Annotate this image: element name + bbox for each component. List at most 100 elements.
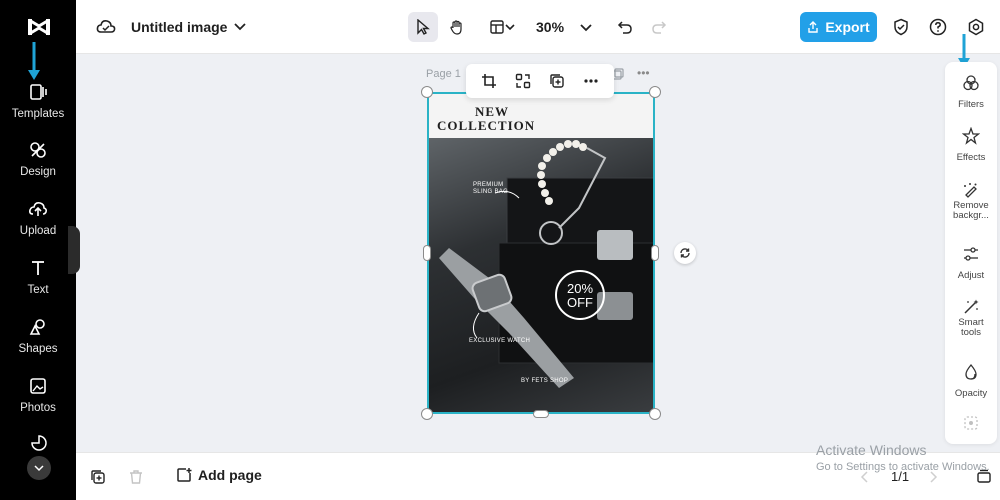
- windows-activation-title: Activate Windows: [816, 442, 927, 458]
- document-title[interactable]: Untitled image: [131, 19, 227, 35]
- hand-tool-button[interactable]: [442, 12, 472, 42]
- panel-item-filters[interactable]: Filters: [945, 74, 997, 112]
- more-dots-icon: [584, 79, 598, 83]
- templates-icon: [30, 84, 47, 100]
- text-icon: [32, 261, 44, 275]
- zoom-level[interactable]: 30%: [536, 19, 564, 35]
- top-toolbar: Untitled image 30% Export: [76, 0, 1000, 54]
- shield-check-icon: [894, 18, 908, 36]
- design-icon: [30, 142, 46, 158]
- watch-label: EXCLUSIVE WATCH: [469, 338, 531, 344]
- photos-icon: [30, 378, 46, 394]
- cursor-arrow-icon: [417, 19, 430, 35]
- opacity-icon: [965, 363, 977, 380]
- redo-icon: [652, 21, 667, 34]
- resize-handle-bottom[interactable]: [533, 410, 549, 418]
- bottom-toolbar: Add page 1/1: [76, 452, 1000, 500]
- panel-item-effects[interactable]: Effects: [945, 127, 997, 165]
- sidebar-item-templates[interactable]: Templates: [0, 82, 76, 134]
- upload-icon: [29, 202, 48, 216]
- panel-item-opacity[interactable]: Opacity: [945, 363, 997, 401]
- add-layer-icon[interactable]: [90, 469, 106, 485]
- panel-item-more[interactable]: [945, 414, 997, 434]
- panel-item-remove-background[interactable]: Remove backgr...: [945, 181, 997, 221]
- product-photo: 20% OFF PREMIUM SLING BAG EXCLUSIVE WATC…: [429, 138, 653, 412]
- badge-percent: 20%: [566, 281, 594, 296]
- resize-handle-top-left[interactable]: [421, 86, 433, 98]
- help-button[interactable]: [923, 12, 953, 42]
- sidebar-item-text[interactable]: Text: [0, 258, 76, 310]
- sidebar-expand-button[interactable]: [27, 456, 51, 480]
- add-page-button[interactable]: Add page: [176, 467, 262, 483]
- chevron-down-icon[interactable]: [580, 23, 592, 33]
- rotate-icon: [680, 248, 690, 258]
- panel-item-label: Adjust: [957, 270, 985, 281]
- sidebar-item-shapes[interactable]: Shapes: [0, 317, 76, 369]
- resize-handle-bottom-right[interactable]: [649, 408, 661, 420]
- badge-off: OFF: [567, 295, 593, 310]
- sidebar-item-design[interactable]: Design: [0, 140, 76, 192]
- more-options-button[interactable]: [582, 72, 600, 90]
- resize-handle-right[interactable]: [651, 245, 659, 261]
- sidebar-collapse-handle[interactable]: [68, 226, 80, 274]
- panel-item-label: Opacity: [954, 388, 988, 399]
- panel-item-smart-tools[interactable]: Smart tools: [945, 298, 997, 338]
- more-tools-icon[interactable]: [30, 434, 48, 452]
- frame-icon: [964, 416, 978, 430]
- sidebar-item-label: Photos: [20, 402, 56, 414]
- chevron-down-icon[interactable]: [234, 22, 246, 32]
- export-button[interactable]: Export: [800, 12, 877, 42]
- undo-button[interactable]: [610, 12, 640, 42]
- hand-icon: [450, 20, 462, 35]
- add-page-icon: [177, 468, 192, 482]
- redo-button[interactable]: [644, 12, 674, 42]
- effects-icon: [962, 127, 980, 145]
- panel-item-label: Smart tools: [958, 317, 984, 338]
- panel-item-adjust[interactable]: Adjust: [945, 245, 997, 283]
- page-more-icon[interactable]: •••: [637, 66, 650, 80]
- windows-activation-subtitle: Go to Settings to activate Windows.: [816, 461, 990, 473]
- smart-tools-icon: [964, 299, 979, 314]
- trash-icon[interactable]: [128, 469, 144, 485]
- duplicate-icon: [550, 74, 564, 88]
- element-floating-toolbar: [466, 64, 614, 98]
- duplicate-button[interactable]: [548, 72, 566, 90]
- left-sidebar: Templates Design Upload Text Shapes Phot…: [0, 0, 80, 500]
- product-illustration: [439, 140, 653, 388]
- annotation-arrow-icon: [28, 42, 40, 80]
- crop-button[interactable]: [480, 72, 498, 90]
- resize-handle-left[interactable]: [423, 245, 431, 261]
- rotate-button[interactable]: [674, 242, 696, 264]
- select-tool-button[interactable]: [408, 12, 438, 42]
- page-label: Page 1: [426, 68, 461, 80]
- poster-title-line2: COLLECTION: [437, 118, 536, 133]
- bag-label-line1: PREMIUM: [473, 182, 504, 188]
- filters-icon: [963, 75, 979, 91]
- panel-item-label: Remove backgr...: [953, 200, 989, 221]
- panel-item-label: Effects: [956, 152, 986, 163]
- design-canvas[interactable]: NEW COLLECTION 20% OFF PREMIUM SLING BAG…: [427, 92, 655, 414]
- resize-handle-bottom-left[interactable]: [421, 408, 433, 420]
- cloud-sync-icon[interactable]: [96, 18, 116, 36]
- panel-item-label: Filters: [958, 99, 984, 110]
- adjust-icon: [964, 247, 978, 261]
- export-label: Export: [825, 19, 870, 35]
- capcut-logo-icon[interactable]: [26, 14, 52, 40]
- layout-menu-button[interactable]: [482, 12, 522, 42]
- sidebar-item-upload[interactable]: Upload: [0, 199, 76, 251]
- shop-name: BY FETS SHOP: [521, 378, 569, 384]
- sidebar-item-label: Shapes: [18, 343, 58, 355]
- sidebar-item-label: Text: [27, 284, 49, 296]
- sidebar-item-label: Design: [20, 166, 56, 178]
- sidebar-item-photos[interactable]: Photos: [0, 376, 76, 428]
- resize-handle-top-right[interactable]: [649, 86, 661, 98]
- replace-button[interactable]: [514, 72, 532, 90]
- chevron-down-icon: [505, 24, 515, 31]
- crop-icon: [482, 74, 496, 88]
- shield-button[interactable]: [886, 12, 916, 42]
- right-properties-panel: Filters Effects Remove backgr... Adjust …: [945, 62, 997, 444]
- bag-label-line2: SLING BAG: [473, 189, 509, 195]
- sidebar-item-label: Templates: [11, 108, 65, 120]
- export-icon: [808, 21, 819, 33]
- undo-icon: [617, 21, 632, 34]
